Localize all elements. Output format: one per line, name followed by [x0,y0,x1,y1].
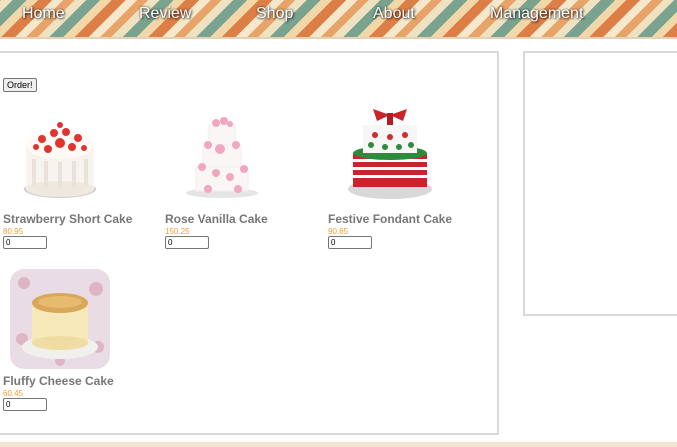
quantity-input[interactable] [328,236,372,249]
side-panel [523,51,677,316]
order-button[interactable]: Order! [3,78,37,92]
quantity-input[interactable] [3,398,47,411]
nav-management[interactable]: Management [490,5,583,23]
fondant-cake-image [348,109,432,199]
strawberry-cake-image [24,122,96,198]
footer-strip [0,442,677,447]
nav-bar: Home Review Shop About Management [0,0,677,37]
product-price: 80.95 [3,227,24,236]
product-price: 60.45 [3,389,24,398]
quantity-input[interactable] [165,236,209,249]
product-name: Fluffy Cheese Cake [3,374,114,388]
nav-divider [0,37,677,39]
nav-about[interactable]: About [373,5,415,23]
rose-cake-image [186,117,258,198]
product-name: Festive Fondant Cake [328,212,453,226]
product-name: Strawberry Short Cake [3,212,133,226]
nav-home[interactable]: Home [22,5,65,23]
cheese-cake-image [10,269,110,369]
nav-shop[interactable]: Shop [256,5,293,23]
quantity-input[interactable] [3,236,47,249]
nav-review[interactable]: Review [139,5,191,23]
product-price: 90.65 [328,227,349,236]
product-price: 150.25 [165,227,190,236]
product-name: Rose Vanilla Cake [165,212,268,226]
